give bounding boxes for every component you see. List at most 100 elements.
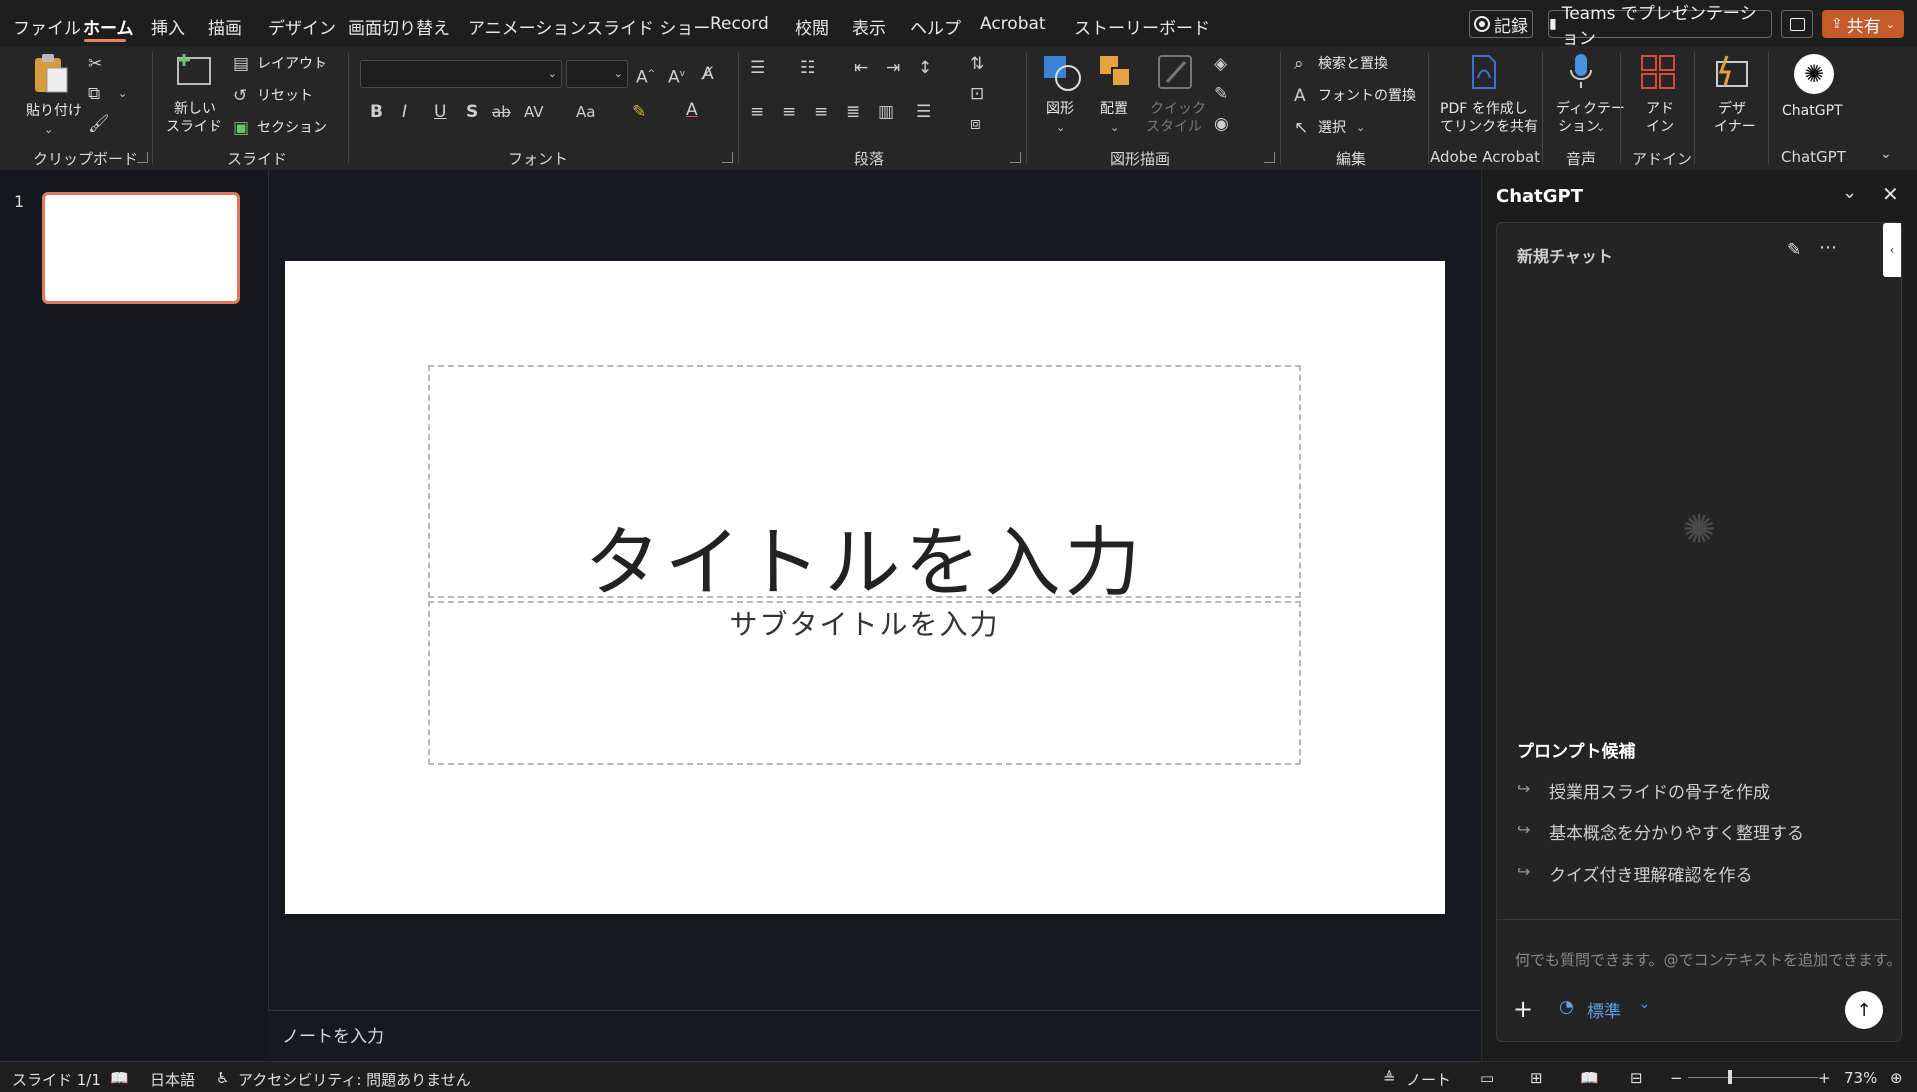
bold-button[interactable]: B	[370, 102, 383, 122]
grow-font-icon[interactable]: A^	[636, 64, 655, 88]
comments-button[interactable]	[1781, 10, 1813, 38]
zoom-out-icon[interactable]: −	[1670, 1069, 1683, 1087]
prompt-suggestion[interactable]: ↪ クイズ付き理解確認を作る	[1517, 861, 1877, 886]
reading-view-icon[interactable]: 📖	[1580, 1069, 1599, 1087]
highlight-icon[interactable]: ✎	[632, 102, 646, 122]
spellcheck-icon[interactable]: 📖	[110, 1069, 129, 1087]
tab-view[interactable]: 表示	[852, 14, 886, 39]
change-case-button[interactable]: Aa	[576, 102, 595, 122]
columns-icon[interactable]: ▥	[878, 102, 894, 122]
dictate-button[interactable]: ディクテー ション ⌄	[1552, 52, 1625, 142]
tab-acrobat[interactable]: Acrobat	[980, 14, 1046, 34]
slide-thumbnail-1[interactable]	[42, 192, 240, 304]
add-attachment-icon[interactable]: +	[1513, 995, 1533, 1023]
tab-draw[interactable]: 描画	[208, 14, 242, 39]
reset-button[interactable]: ↺ リセット	[233, 86, 313, 106]
zoom-slider-track[interactable]	[1688, 1077, 1818, 1078]
cut-icon[interactable]: ✂	[88, 54, 102, 74]
collapse-ribbon-icon[interactable]: ⌄	[1880, 144, 1892, 164]
prompt-suggestion[interactable]: ↪ 基本概念を分かりやすく整理する	[1517, 819, 1877, 844]
char-spacing-button[interactable]: AV	[524, 102, 544, 122]
new-slide-button[interactable]: 新しい スライド ⌄	[162, 52, 224, 140]
tab-help[interactable]: ヘルプ	[910, 14, 961, 39]
align-right-icon[interactable]: ≡	[814, 102, 828, 122]
align-left-icon[interactable]: ≡	[750, 102, 764, 122]
teams-present-button[interactable]: ▮ Teams でプレゼンテーション	[1548, 4, 1772, 49]
prompt-suggestion[interactable]: ↪ 授業用スライドの骨子を作成	[1517, 778, 1877, 803]
clear-format-icon[interactable]: A̸	[702, 64, 714, 84]
select-button[interactable]: ↖ 選択 ⌄	[1294, 118, 1374, 138]
language-status[interactable]: 日本語	[150, 1069, 195, 1090]
shape-effects-icon[interactable]: ◉	[1214, 114, 1229, 134]
tab-review[interactable]: 校閲	[795, 14, 829, 39]
addins-button[interactable]: アド イン	[1632, 52, 1684, 142]
chatgpt-ribbon-button[interactable]: ✺ ChatGPT	[1776, 52, 1852, 142]
tab-slideshow[interactable]: スライド ショー	[586, 14, 710, 39]
create-pdf-share-button[interactable]: PDF を作成し てリンクを共有	[1436, 52, 1538, 142]
chevron-down-icon[interactable]: ⌄	[118, 84, 127, 104]
chat-input[interactable]: 何でも質問できます。@でコンテキストを追加できます。	[1515, 949, 1902, 970]
paragraph-launcher-icon[interactable]	[1010, 152, 1021, 163]
subtitle-placeholder[interactable]: サブタイトルを入力	[428, 601, 1301, 765]
slide-canvas[interactable]: タイトルを入力 サブタイトルを入力	[285, 261, 1445, 914]
section-button[interactable]: ▣ セクション ⌄	[233, 118, 333, 138]
format-painter-icon[interactable]: 🖌	[88, 114, 110, 134]
new-chat-edit-icon[interactable]: ✎	[1787, 240, 1801, 260]
tab-transitions[interactable]: 画面切り替え	[348, 14, 450, 39]
slideshow-view-icon[interactable]: ⊟	[1630, 1069, 1643, 1087]
arrange-button[interactable]: 配置 ⌄	[1092, 52, 1140, 136]
send-button[interactable]: ↑	[1845, 991, 1883, 1029]
align-center-icon[interactable]: ≡	[782, 102, 796, 122]
notes-toggle-button[interactable]: ノート	[1406, 1069, 1451, 1090]
slide-sorter-icon[interactable]: ⊞	[1530, 1069, 1543, 1087]
accessibility-status[interactable]: アクセシビリティ: 問題ありません	[238, 1069, 471, 1090]
shrink-font-icon[interactable]: Av	[668, 64, 685, 88]
bullets-icon[interactable]: ☰	[750, 58, 765, 78]
shape-fill-icon[interactable]: ◈	[1214, 54, 1227, 74]
smartart-icon[interactable]: ⧈	[970, 114, 981, 134]
mode-selector[interactable]: ◔ 標準 ⌄	[1559, 997, 1669, 1022]
shape-outline-icon[interactable]: ✎	[1214, 84, 1228, 104]
find-replace-button[interactable]: ⌕ 検索と置換	[1294, 54, 1414, 74]
record-button[interactable]: 記録	[1469, 10, 1533, 38]
line-spacing-icon[interactable]: ↕	[918, 58, 932, 78]
font-launcher-icon[interactable]	[722, 152, 733, 163]
zoom-level[interactable]: 73%	[1844, 1069, 1877, 1087]
numbering-icon[interactable]: ☷	[800, 58, 815, 78]
strikethrough-button[interactable]: ab	[492, 102, 511, 122]
increase-indent-icon[interactable]: ⇥	[886, 58, 900, 78]
clipboard-launcher-icon[interactable]	[137, 152, 148, 163]
font-size-combo[interactable]: ⌄	[566, 60, 628, 88]
shapes-button[interactable]: 図形 ⌄	[1038, 52, 1086, 136]
tab-home[interactable]: ホーム	[83, 14, 134, 39]
notes-pane[interactable]: ノートを入力	[268, 1010, 1480, 1062]
collapse-side-tab[interactable]: ‹	[1883, 223, 1901, 277]
font-color-button[interactable]: A	[686, 100, 698, 120]
tab-insert[interactable]: 挿入	[151, 14, 185, 39]
tab-design[interactable]: デザイン	[268, 14, 336, 39]
tab-animations[interactable]: アニメーション	[468, 14, 586, 39]
quick-styles-button[interactable]: クイック スタイル	[1146, 52, 1206, 136]
align-text-vertical-icon[interactable]: ⊡	[970, 84, 984, 104]
shadow-button[interactable]: S	[466, 102, 478, 122]
layout-button[interactable]: ▤ レイアウト ⌄	[233, 54, 333, 74]
tab-file[interactable]: ファイル	[13, 14, 81, 39]
zoom-slider-thumb[interactable]	[1728, 1070, 1732, 1084]
fit-to-window-icon[interactable]: ⊕	[1890, 1069, 1903, 1087]
underline-button[interactable]: U	[434, 102, 446, 122]
font-name-combo[interactable]: ⌄	[360, 60, 562, 88]
normal-view-icon[interactable]: ▭	[1480, 1069, 1494, 1087]
align-text-icon[interactable]: ☰	[916, 102, 931, 122]
text-direction-icon[interactable]: ⇅	[970, 54, 984, 74]
drawing-launcher-icon[interactable]	[1264, 152, 1275, 163]
decrease-indent-icon[interactable]: ⇤	[854, 58, 868, 78]
italic-button[interactable]: I	[402, 102, 407, 122]
replace-fonts-button[interactable]: A フォントの置換	[1294, 86, 1424, 106]
tab-storyboard[interactable]: ストーリーボード	[1074, 14, 1210, 39]
tab-record[interactable]: Record	[710, 14, 769, 34]
close-icon[interactable]: ✕	[1882, 182, 1899, 206]
title-placeholder[interactable]: タイトルを入力	[428, 365, 1301, 607]
zoom-in-icon[interactable]: +	[1818, 1069, 1831, 1087]
copy-icon[interactable]: ⧉	[88, 84, 100, 104]
justify-icon[interactable]: ≣	[846, 102, 860, 122]
